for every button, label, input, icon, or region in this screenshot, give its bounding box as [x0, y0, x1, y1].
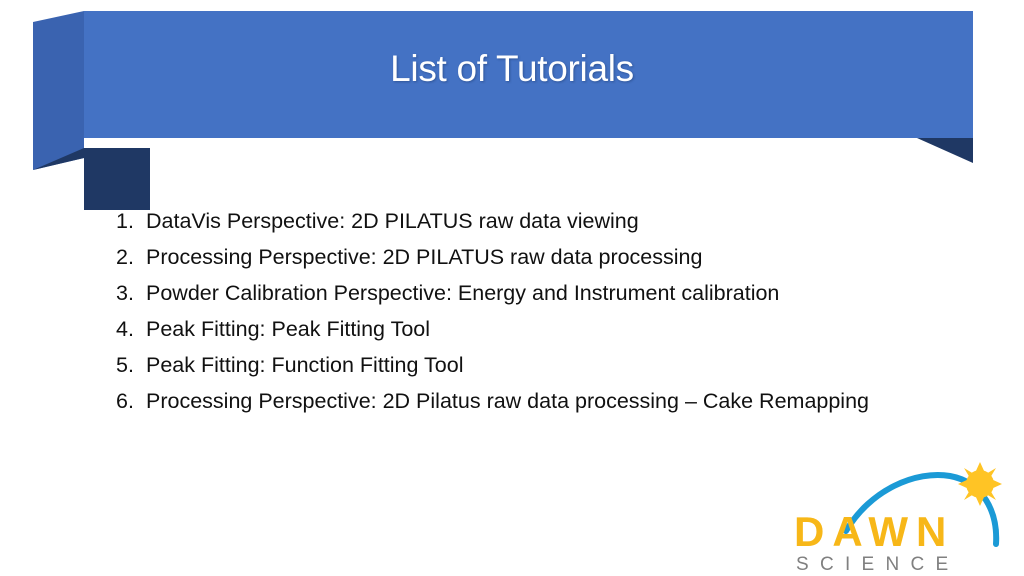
slide-canvas: List of Tutorials 1. DataVis Perspective…: [0, 0, 1024, 576]
page-title: List of Tutorials: [390, 48, 634, 89]
list-item[interactable]: 6. Processing Perspective: 2D Pilatus ra…: [116, 383, 976, 419]
list-item-number: 5.: [116, 353, 134, 377]
tutorial-list: 1. DataVis Perspective: 2D PILATUS raw d…: [116, 203, 976, 419]
list-item-number: 3.: [116, 281, 134, 305]
list-item[interactable]: 3. Powder Calibration Perspective: Energ…: [116, 275, 976, 311]
dawn-science-logo: DAWN S C I E N C E: [784, 462, 1024, 576]
banner-left-fold: [33, 148, 150, 210]
list-item[interactable]: 5. Peak Fitting: Function Fitting Tool: [116, 347, 976, 383]
list-item-label: Powder Calibration Perspective: Energy a…: [146, 281, 780, 305]
list-item-label: Processing Perspective: 2D Pilatus raw d…: [146, 389, 870, 413]
list-item-label: Processing Perspective: 2D PILATUS raw d…: [146, 245, 703, 269]
list-item-number: 4.: [116, 317, 134, 341]
logo-secondary-text: S C I E N C E: [796, 554, 951, 575]
list-item-number: 6.: [116, 389, 134, 413]
list-item-number: 1.: [116, 209, 134, 233]
list-item-label: Peak Fitting: Function Fitting Tool: [146, 353, 464, 377]
list-item[interactable]: 4. Peak Fitting: Peak Fitting Tool: [116, 311, 976, 347]
list-item-label: DataVis Perspective: 2D PILATUS raw data…: [146, 209, 639, 233]
logo-primary-text: DAWN: [794, 508, 954, 555]
banner-left-flap: [33, 11, 84, 170]
list-item[interactable]: 2. Processing Perspective: 2D PILATUS ra…: [116, 239, 976, 275]
list-item[interactable]: 1. DataVis Perspective: 2D PILATUS raw d…: [116, 203, 976, 239]
banner-face: [84, 11, 973, 138]
title-banner: List of Tutorials: [0, 0, 1024, 210]
list-item-number: 2.: [116, 245, 134, 269]
list-item-label: Peak Fitting: Peak Fitting Tool: [146, 317, 431, 341]
banner-right-fold: [917, 138, 973, 163]
logo-sun-icon: [958, 462, 1002, 506]
